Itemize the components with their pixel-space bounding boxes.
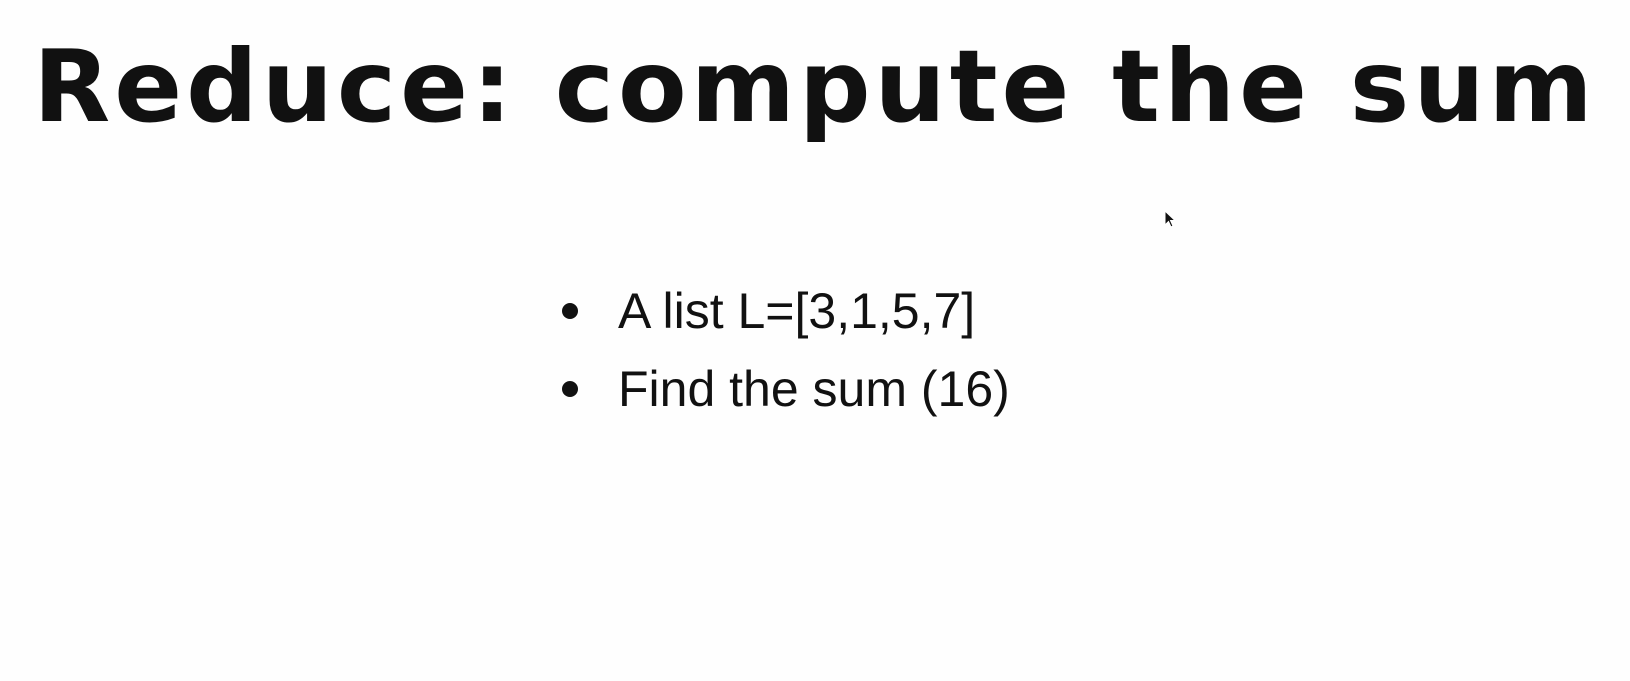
bullet-icon <box>562 303 578 319</box>
bullet-text: Find the sum (16) <box>618 361 1010 417</box>
bullet-item: Find the sum (16) <box>562 350 1010 428</box>
bullet-text: A list L=[3,1,5,7] <box>618 283 976 339</box>
bullet-item: A list L=[3,1,5,7] <box>562 272 1010 350</box>
mouse-cursor-icon <box>1164 210 1177 228</box>
bullet-list: A list L=[3,1,5,7] Find the sum (16) <box>562 272 1010 428</box>
bullet-icon <box>562 381 578 397</box>
slide-title: Reduce: compute the sum <box>33 28 1597 145</box>
